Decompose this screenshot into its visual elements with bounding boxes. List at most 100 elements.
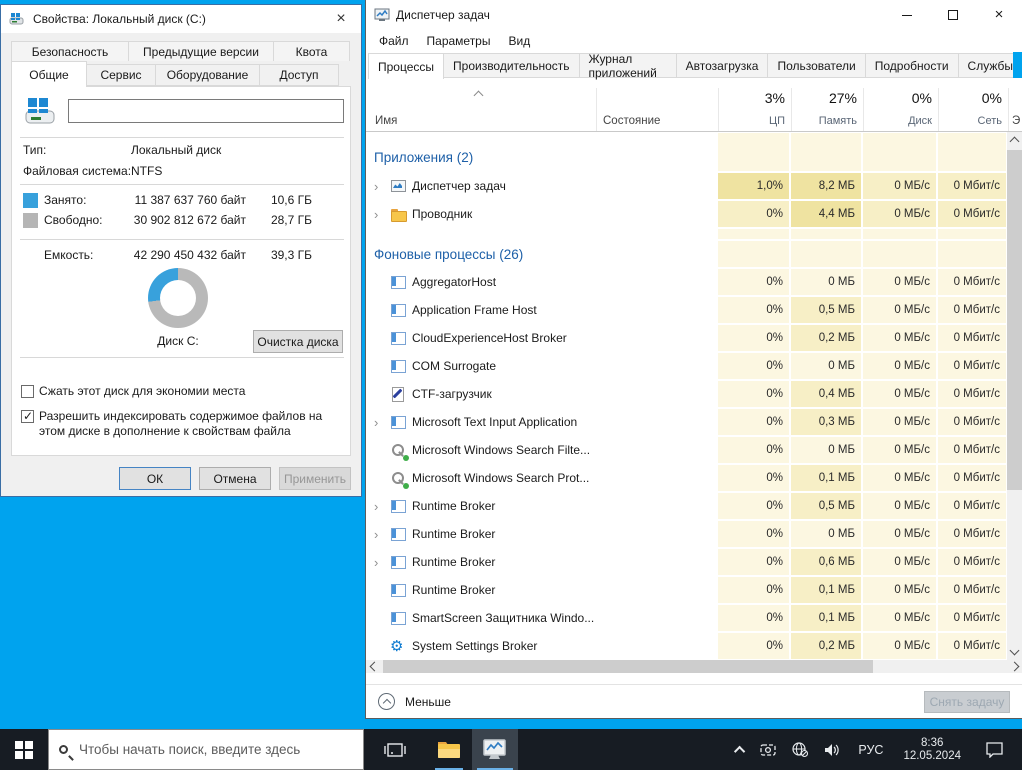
expand-chevron-icon[interactable]	[374, 499, 390, 514]
process-row[interactable]: Runtime Broker0%0,5 МБ0 МБ/с0 Мбит/с	[366, 492, 1008, 520]
process-group-row[interactable]: Фоновые процессы (26)	[366, 240, 1008, 268]
cancel-button[interactable]: Отмена	[199, 467, 271, 490]
column-header-name[interactable]: Имя	[367, 88, 596, 131]
fewer-details-icon[interactable]	[378, 693, 395, 710]
index-checkbox[interactable]	[21, 410, 34, 423]
window-icon	[390, 526, 406, 542]
column-header-partial[interactable]: Э	[1008, 88, 1022, 131]
disk-cell: 0 МБ/с	[862, 520, 937, 548]
task-manager-titlebar[interactable]: Диспетчер задач ×	[366, 0, 1022, 30]
disk-cleanup-button[interactable]: Очистка диска	[253, 330, 343, 353]
tab-Журнал приложений[interactable]: Журнал приложений	[579, 53, 677, 78]
process-row[interactable]: Microsoft Windows Search Prot...0%0,1 МБ…	[366, 464, 1008, 492]
compress-checkbox-row[interactable]: Сжать этот диск для экономии места	[21, 384, 342, 399]
process-row[interactable]: SmartScreen Защитника Windo...0%0,1 МБ0 …	[366, 604, 1008, 632]
horizontal-scrollbar-thumb[interactable]	[383, 660, 873, 673]
maximize-icon[interactable]	[930, 0, 976, 30]
expand-chevron-icon[interactable]	[374, 179, 390, 194]
process-row[interactable]: Runtime Broker0%0,6 МБ0 МБ/с0 Мбит/с	[366, 548, 1008, 576]
column-header-disk[interactable]: 0% Диск	[863, 88, 938, 131]
expand-chevron-icon[interactable]	[374, 555, 390, 570]
search-input[interactable]	[79, 742, 353, 757]
taskbar-search[interactable]	[48, 729, 364, 770]
taskbar-clock[interactable]: 8:36 12.05.2024	[895, 729, 969, 770]
process-row[interactable]: Microsoft Windows Search Filte...0%0 МБ0…	[366, 436, 1008, 464]
tab-Доступ[interactable]: Доступ	[259, 64, 339, 86]
process-row[interactable]: System Settings Broker0%0,2 МБ0 МБ/с0 Мб…	[366, 632, 1008, 660]
minimize-icon[interactable]	[884, 0, 930, 30]
scroll-left-icon[interactable]	[370, 662, 380, 672]
process-row[interactable]: Runtime Broker0%0,1 МБ0 МБ/с0 Мбит/с	[366, 576, 1008, 604]
ok-button[interactable]: ОК	[119, 467, 191, 490]
process-name-cell: Проводник	[366, 200, 595, 228]
menu-item-Параметры[interactable]: Параметры	[418, 34, 500, 48]
field-label: Тип:	[23, 143, 46, 157]
volume-button[interactable]	[818, 729, 846, 770]
tab-Безопасность[interactable]: Безопасность	[11, 41, 129, 61]
process-row[interactable]: Проводник0%4,4 МБ0 МБ/с0 Мбит/с	[366, 200, 1008, 228]
tab-Пользователи[interactable]: Пользователи	[767, 53, 865, 78]
task-manager-icon	[482, 738, 508, 762]
horizontal-scrollbar[interactable]	[366, 660, 1022, 673]
process-row[interactable]: CTF-загрузчик0%0,4 МБ0 МБ/с0 Мбит/с	[366, 380, 1008, 408]
show-hidden-icons-button[interactable]	[732, 729, 750, 770]
file-explorer-button[interactable]	[426, 729, 472, 770]
tab-Предыдущие версии[interactable]: Предыдущие версии	[128, 41, 274, 61]
column-header-status[interactable]: Состояние	[596, 88, 718, 131]
task-view-button[interactable]	[372, 729, 418, 770]
fewer-details-label[interactable]: Меньше	[405, 695, 451, 709]
properties-titlebar[interactable]: Свойства: Локальный диск (C:) ×	[1, 5, 361, 33]
process-row[interactable]: Microsoft Text Input Application0%0,3 МБ…	[366, 408, 1008, 436]
column-header-cpu[interactable]: 3% ЦП	[718, 88, 791, 131]
expand-chevron-icon[interactable]	[374, 207, 390, 222]
expand-chevron-icon[interactable]	[374, 415, 390, 430]
close-icon[interactable]: ×	[976, 0, 1022, 30]
action-center-button[interactable]	[973, 729, 1016, 770]
vertical-scrollbar-thumb[interactable]	[1007, 150, 1022, 490]
task-manager-taskbar-button[interactable]	[472, 729, 518, 770]
scroll-up-icon[interactable]	[1010, 137, 1020, 147]
column-header-memory[interactable]: 27% Память	[791, 88, 863, 131]
tab-Автозагрузка[interactable]: Автозагрузка	[676, 53, 769, 78]
column-header-network[interactable]: 0% Сеть	[938, 88, 1008, 131]
tab-Сервис[interactable]: Сервис	[86, 64, 156, 86]
volume-label-input[interactable]	[68, 99, 344, 123]
tab-Подробности[interactable]: Подробности	[865, 53, 959, 78]
process-row[interactable]: COM Surrogate0%0 МБ0 МБ/с0 Мбит/с	[366, 352, 1008, 380]
language-indicator[interactable]: РУС	[850, 729, 891, 770]
process-row[interactable]: Runtime Broker0%0 МБ0 МБ/с0 Мбит/с	[366, 520, 1008, 548]
index-checkbox-row[interactable]: Разрешить индексировать содержимое файло…	[21, 409, 342, 439]
network-status-button[interactable]	[786, 729, 814, 770]
cpu-cell: 0%	[717, 380, 790, 408]
disk-cell: 0 МБ/с	[862, 576, 937, 604]
tab-Производительность[interactable]: Производительность	[443, 53, 579, 78]
tab-Оборудование[interactable]: Оборудование	[155, 64, 260, 86]
scroll-right-icon[interactable]	[1010, 662, 1020, 672]
process-row[interactable]: Диспетчер задач1,0%8,2 МБ0 МБ/с0 Мбит/с	[366, 172, 1008, 200]
vertical-scrollbar[interactable]	[1007, 132, 1022, 660]
process-row[interactable]: Application Frame Host0%0,5 МБ0 МБ/с0 Мб…	[366, 296, 1008, 324]
compress-checkbox[interactable]	[21, 385, 34, 398]
divider	[20, 239, 344, 240]
field-value: Локальный диск	[131, 143, 221, 157]
menu-item-Вид[interactable]: Вид	[499, 34, 539, 48]
menu-item-Файл[interactable]: Файл	[370, 34, 418, 48]
expand-chevron-icon[interactable]	[374, 527, 390, 542]
cpu-cell: 0%	[717, 520, 790, 548]
tab-Процессы[interactable]: Процессы	[368, 53, 444, 79]
start-button[interactable]	[0, 729, 48, 770]
legend-swatch	[23, 193, 38, 208]
gear-icon	[390, 638, 406, 654]
tab-Квота[interactable]: Квота	[273, 41, 350, 61]
close-icon[interactable]: ×	[321, 5, 361, 33]
scroll-down-icon[interactable]	[1010, 646, 1020, 656]
process-name: Runtime Broker	[412, 555, 495, 569]
status-cell	[595, 268, 717, 296]
cpu-cell	[717, 132, 790, 172]
process-row[interactable]: AggregatorHost0%0 МБ0 МБ/с0 Мбит/с	[366, 268, 1008, 296]
capacity-size: 39,3 ГБ	[247, 248, 312, 262]
process-row[interactable]: CloudExperienceHost Broker0%0,2 МБ0 МБ/с…	[366, 324, 1008, 352]
process-group-row[interactable]: Приложения (2)	[366, 132, 1008, 172]
tab-Общие[interactable]: Общие	[11, 61, 87, 87]
tray-device-button[interactable]	[754, 729, 782, 770]
